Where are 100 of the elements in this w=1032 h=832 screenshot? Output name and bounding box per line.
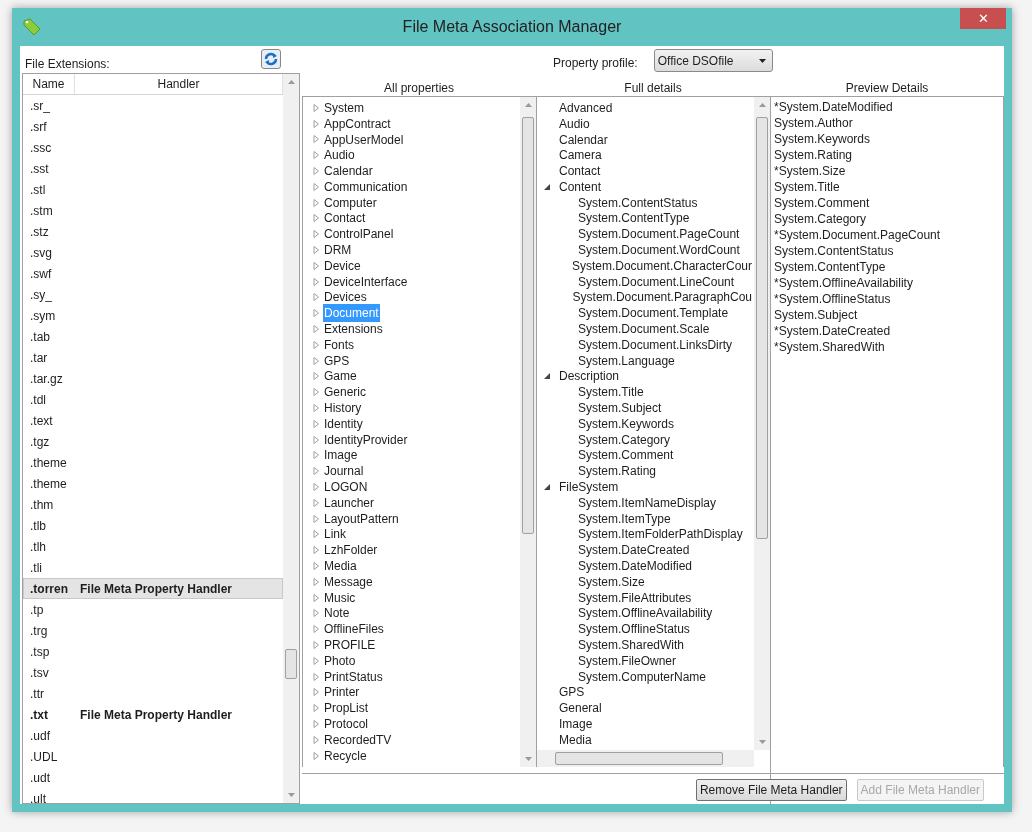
preview-item[interactable]: *System.DateModified — [774, 98, 893, 114]
column-header[interactable]: Name — [23, 74, 75, 94]
tree-item[interactable]: Description — [557, 367, 622, 386]
tree-item[interactable]: Journal — [323, 462, 365, 481]
tree-item[interactable]: Note — [323, 604, 351, 623]
scroll-thumb[interactable] — [285, 649, 297, 679]
tree-item[interactable]: OfflineFiles — [323, 620, 385, 639]
extension-row[interactable]: .stm — [23, 200, 283, 221]
preview-item[interactable]: System.Author — [774, 114, 853, 130]
tree-item[interactable]: Recycle — [323, 746, 368, 765]
extension-row[interactable]: .swf — [23, 263, 283, 284]
extension-row[interactable]: .tdl — [23, 389, 283, 410]
tree-item[interactable]: System.Comment — [576, 446, 676, 465]
extension-row[interactable]: .udt — [23, 767, 283, 788]
tree-item[interactable]: Contact — [323, 209, 367, 228]
tree-item[interactable]: Game — [323, 367, 358, 386]
tree-item[interactable]: System.FileOwner — [576, 651, 679, 670]
extension-row[interactable]: .sr_ — [23, 95, 283, 116]
tree-item[interactable]: Media — [557, 730, 594, 749]
preview-item[interactable]: System.Subject — [774, 306, 858, 322]
extension-row[interactable]: .tgz — [23, 431, 283, 452]
preview-item[interactable]: System.Rating — [774, 146, 853, 162]
extension-row[interactable]: .sst — [23, 158, 283, 179]
extension-row[interactable]: .trg — [23, 620, 283, 641]
expanded-triangle-icon[interactable] — [543, 182, 551, 191]
tree-item[interactable]: Audio — [557, 114, 592, 133]
tree-item[interactable]: AppUserModel — [323, 130, 405, 149]
tree-item[interactable]: System.ContentStatus — [576, 193, 700, 212]
preview-item[interactable]: *System.Document.PageCount — [774, 226, 941, 242]
tree-item[interactable]: Calendar — [557, 130, 610, 149]
preview-item[interactable]: *System.OfflineAvailability — [774, 274, 913, 290]
scroll-thumb[interactable] — [522, 117, 534, 534]
scroll-down-arrow-icon[interactable] — [758, 740, 766, 744]
preview-item[interactable]: System.ContentType — [774, 258, 886, 274]
extension-row[interactable]: .tsp — [23, 641, 283, 662]
preview-item[interactable]: *System.SharedWith — [774, 338, 885, 354]
tree-item[interactable]: Image — [323, 446, 359, 465]
extension-row[interactable]: .theme — [23, 452, 283, 473]
tree-item[interactable]: Link — [323, 525, 347, 544]
tree-item[interactable]: PROFILE — [323, 636, 377, 654]
tree-item[interactable]: System.Category — [576, 430, 673, 449]
tree-item[interactable]: System.SharedWith — [576, 636, 687, 654]
extension-row[interactable]: .udf — [23, 725, 283, 746]
extension-row[interactable]: .ult — [23, 788, 283, 803]
action-button[interactable]: Remove File Meta Handler — [695, 779, 847, 801]
preview-item[interactable]: *System.Size — [774, 162, 846, 178]
scroll-down-arrow-icon[interactable] — [524, 757, 532, 761]
tree-item[interactable]: System.ComputerName — [576, 667, 709, 686]
tree-item[interactable]: System.Title — [576, 383, 646, 402]
extension-row[interactable]: .stz — [23, 221, 283, 242]
extension-row[interactable]: .tlh — [23, 536, 283, 557]
tree-item[interactable]: System.DateModified — [576, 557, 695, 575]
scroll-up-arrow-icon[interactable] — [287, 80, 295, 84]
extension-row[interactable]: .svg — [23, 242, 283, 263]
extension-row[interactable]: .ssc — [23, 137, 283, 158]
scroll-thumb[interactable] — [756, 117, 768, 539]
tree-item[interactable]: GPS — [323, 351, 351, 370]
extension-row[interactable]: .tar.gz — [23, 368, 283, 389]
tree-item[interactable]: IdentityProvider — [323, 430, 409, 449]
extension-row[interactable]: .tlb — [23, 515, 283, 536]
extension-row[interactable]: .sym — [23, 305, 283, 326]
tree-item[interactable]: AppContract — [323, 114, 392, 133]
scroll-up-arrow-icon[interactable] — [524, 103, 532, 107]
tree-item[interactable]: Media — [323, 557, 358, 575]
extension-row[interactable]: .thm — [23, 494, 283, 515]
expanded-triangle-icon[interactable] — [543, 483, 551, 491]
extension-row[interactable]: .tar — [23, 347, 283, 368]
tree-item[interactable]: Photo — [323, 651, 357, 670]
preview-item[interactable]: *System.DateCreated — [774, 322, 891, 338]
tree-item[interactable]: System.Rating — [576, 462, 659, 481]
preview-item[interactable]: System.Category — [774, 210, 867, 226]
tree-item[interactable]: System.Document.PageCount — [576, 225, 742, 244]
tree-item[interactable]: Camera — [557, 146, 604, 165]
extension-row[interactable]: .tsv — [23, 662, 283, 683]
preview-item[interactable]: System.Title — [774, 178, 840, 194]
extension-row[interactable]: .tli — [23, 557, 283, 578]
tree-item[interactable]: DeviceInterface — [323, 272, 409, 291]
tree-item[interactable]: System.ContentType — [576, 209, 692, 228]
tree-item[interactable]: System.Document.LineCount — [576, 272, 737, 291]
extension-row[interactable]: .torren File Meta Property Handler — [23, 578, 283, 599]
extension-row[interactable]: .ttr — [23, 683, 283, 704]
tree-item[interactable]: System.FileAttributes — [576, 588, 694, 607]
scroll-up-arrow-icon[interactable] — [758, 103, 766, 107]
tree-item[interactable]: Audio — [323, 146, 356, 165]
profile-dropdown[interactable]: Office DSOfile — [653, 49, 773, 72]
extension-row[interactable]: .sy_ — [23, 284, 283, 305]
extension-row[interactable]: .theme — [23, 473, 283, 494]
horizontal-scrollbar[interactable] — [537, 750, 754, 767]
tree-item[interactable]: System.Size — [576, 572, 647, 591]
tree-item[interactable]: LayoutPattern — [323, 509, 400, 528]
extension-row[interactable]: .tab — [23, 326, 283, 347]
extension-row[interactable]: .srf — [23, 116, 283, 137]
tree-item[interactable]: System.OfflineStatus — [576, 620, 692, 639]
tree-item[interactable]: PropList — [323, 699, 370, 718]
extension-row[interactable]: .stl — [23, 179, 283, 200]
extension-row[interactable]: .UDL — [23, 746, 283, 767]
tree-item[interactable]: System.ItemFolderPathDisplay — [576, 525, 745, 544]
preview-item[interactable]: System.Comment — [774, 194, 870, 210]
tree-item[interactable]: System.Document.ParagraphCou — [570, 288, 754, 307]
preview-item[interactable]: System.ContentStatus — [774, 242, 894, 258]
